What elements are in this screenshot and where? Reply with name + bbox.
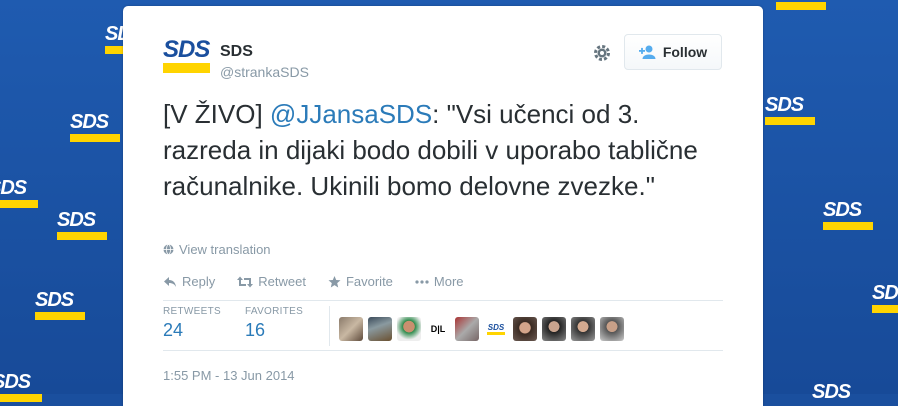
more-label: More <box>433 274 464 289</box>
background-logo: SDS <box>765 95 825 125</box>
user-avatar[interactable] <box>600 317 624 341</box>
more-button[interactable]: More <box>415 274 464 289</box>
globe-icon <box>163 244 174 255</box>
tweet-timestamp[interactable]: 1:55 PM - 13 Jun 2014 <box>163 368 295 383</box>
favorite-label: Favorite <box>345 274 393 289</box>
background-logo: SDS <box>0 372 52 402</box>
mention-link[interactable]: @JJansaSDS <box>270 99 432 129</box>
tweet-prefix: [V ŽIVO] <box>163 99 270 129</box>
tweet-text: [V ŽIVO] @JJansaSDS: "Vsi učenci od 3. r… <box>163 96 703 204</box>
retweets-count: 24 <box>163 320 184 340</box>
view-translation-link[interactable]: View translation <box>163 242 271 257</box>
favorites-label: FAVORITES <box>245 306 304 317</box>
favorites-stat[interactable]: FAVORITES 16 <box>245 306 327 348</box>
background-logo: SDS <box>35 290 95 320</box>
retweets-stat[interactable]: RETWEETS 24 <box>163 306 245 348</box>
background-logo: SDS <box>70 112 130 142</box>
retweet-icon <box>237 276 254 287</box>
background-logo: SDS <box>0 178 48 208</box>
view-translation-label: View translation <box>179 242 271 257</box>
user-avatar[interactable] <box>542 317 566 341</box>
divider <box>163 350 723 351</box>
avatar[interactable]: SDS <box>163 36 211 73</box>
reply-icon <box>164 276 176 287</box>
user-avatar[interactable] <box>571 317 595 341</box>
reply-button[interactable]: Reply <box>163 274 215 289</box>
background-logo: SDS <box>823 200 883 230</box>
divider <box>163 300 723 301</box>
user-avatar[interactable] <box>455 317 479 341</box>
follow-button[interactable]: Follow <box>624 34 722 70</box>
stats-divider <box>329 306 330 346</box>
tweet-stats: RETWEETS 24 FAVORITES 16 <box>163 306 327 348</box>
user-avatar[interactable]: D|L <box>426 317 450 341</box>
retweets-label: RETWEETS <box>163 306 221 317</box>
user-avatar[interactable] <box>397 317 421 341</box>
tweet-card: SDS SDS @strankaSDS Follow [V ŽIVO] @JJa… <box>123 6 763 406</box>
retweet-label: Retweet <box>258 274 306 289</box>
user-avatar[interactable] <box>339 317 363 341</box>
gear-icon[interactable] <box>592 43 612 63</box>
background-logo: SDS <box>57 210 117 240</box>
favorite-button[interactable]: Favorite <box>328 274 393 289</box>
background-logo: SDS <box>872 283 898 313</box>
add-user-icon <box>638 45 656 59</box>
user-avatar[interactable] <box>513 317 537 341</box>
avatar-logo-text: SDS <box>163 36 210 63</box>
account-handle[interactable]: @strankaSDS <box>220 64 309 80</box>
user-avatar[interactable] <box>368 317 392 341</box>
tweet-actions: Reply Retweet Favorite More <box>163 274 464 289</box>
reply-label: Reply <box>182 274 216 289</box>
favorites-count: 16 <box>245 320 266 340</box>
more-dots-icon <box>415 279 429 284</box>
background-logo <box>776 0 836 10</box>
retweet-button[interactable]: Retweet <box>237 274 306 289</box>
account-name[interactable]: SDS <box>220 43 253 61</box>
favoriter-avatars: D|L SDS <box>339 317 624 341</box>
background-logo: SDS <box>812 381 851 403</box>
avatar-logo-text: SDS <box>487 322 505 332</box>
star-icon <box>328 275 341 287</box>
follow-label: Follow <box>662 44 708 60</box>
user-avatar[interactable]: SDS <box>484 317 508 341</box>
